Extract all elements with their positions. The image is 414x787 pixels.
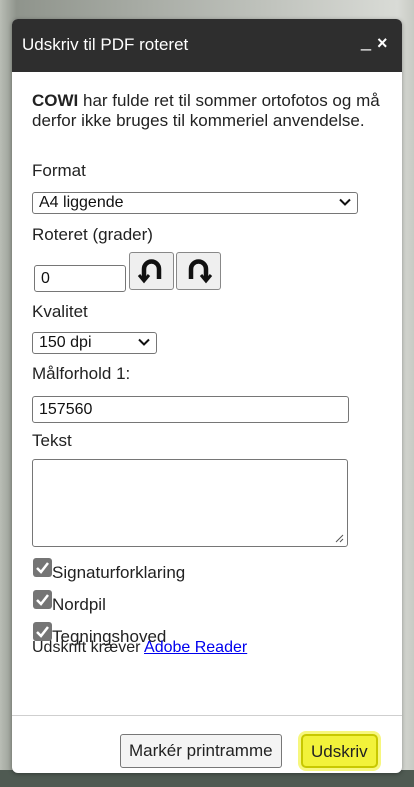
- notice-text: har fulde ret til sommer ortofotos og må…: [32, 91, 380, 130]
- quality-select[interactable]: 150 dpi: [32, 332, 157, 354]
- quality-select-value: 150 dpi: [39, 334, 92, 351]
- rotate-right-icon: [188, 259, 213, 284]
- print-button[interactable]: Udskriv: [301, 734, 378, 768]
- resize-handle-icon[interactable]: [335, 534, 344, 543]
- scale-input[interactable]: 157560: [32, 396, 349, 423]
- copyright-notice: COWI har fulde ret til sommer ortofotos …: [32, 91, 387, 131]
- scale-input-value: 157560: [39, 401, 93, 418]
- requires-text: Udskrift kræver: [32, 639, 145, 656]
- signaturforklaring-checkbox[interactable]: [33, 558, 52, 577]
- format-select-value: A4 liggende: [39, 194, 124, 211]
- rotate-left-button[interactable]: [129, 252, 174, 290]
- dialog-titlebar: Udskriv til PDF roteret _ ×: [12, 19, 402, 72]
- footer-divider: [12, 715, 402, 716]
- reader-requirement-note: Udskrift kræver Adobe Reader: [32, 639, 247, 657]
- chevron-down-icon: [138, 338, 150, 346]
- adobe-reader-link[interactable]: Adobe Reader: [144, 639, 247, 656]
- format-select[interactable]: A4 liggende: [32, 192, 358, 214]
- text-label: Tekst: [32, 431, 72, 450]
- mark-print-frame-button[interactable]: Markér printramme: [120, 734, 282, 768]
- signaturforklaring-label: Signaturforklaring: [52, 563, 186, 582]
- quality-label: Kvalitet: [32, 302, 88, 321]
- rotate-right-button[interactable]: [176, 252, 221, 290]
- rotate-left-icon: [137, 259, 162, 284]
- nordpil-label: Nordpil: [52, 595, 106, 614]
- checkbox-row-signaturforklaring[interactable]: Signaturforklaring: [32, 558, 252, 582]
- rotation-input-value: 0: [41, 270, 50, 287]
- rotation-input[interactable]: 0: [34, 265, 126, 292]
- checkbox-row-nordpil[interactable]: Nordpil: [32, 590, 152, 614]
- text-area[interactable]: [32, 459, 348, 547]
- checkmark-icon: [36, 594, 49, 606]
- checkmark-icon: [36, 626, 49, 638]
- print-dialog: Udskriv til PDF roteret _ × COWI har ful…: [12, 19, 402, 773]
- format-label: Format: [32, 161, 86, 180]
- notice-brand: COWI: [32, 91, 79, 110]
- minimize-button[interactable]: _: [361, 31, 371, 52]
- close-button[interactable]: ×: [377, 33, 388, 54]
- rotation-label: Roteret (grader): [32, 225, 153, 244]
- checkmark-icon: [36, 562, 49, 574]
- scale-label: Målforhold 1:: [32, 364, 131, 383]
- dialog-title: Udskriv til PDF roteret: [22, 35, 189, 54]
- nordpil-checkbox[interactable]: [33, 590, 52, 609]
- chevron-down-icon: [339, 198, 351, 206]
